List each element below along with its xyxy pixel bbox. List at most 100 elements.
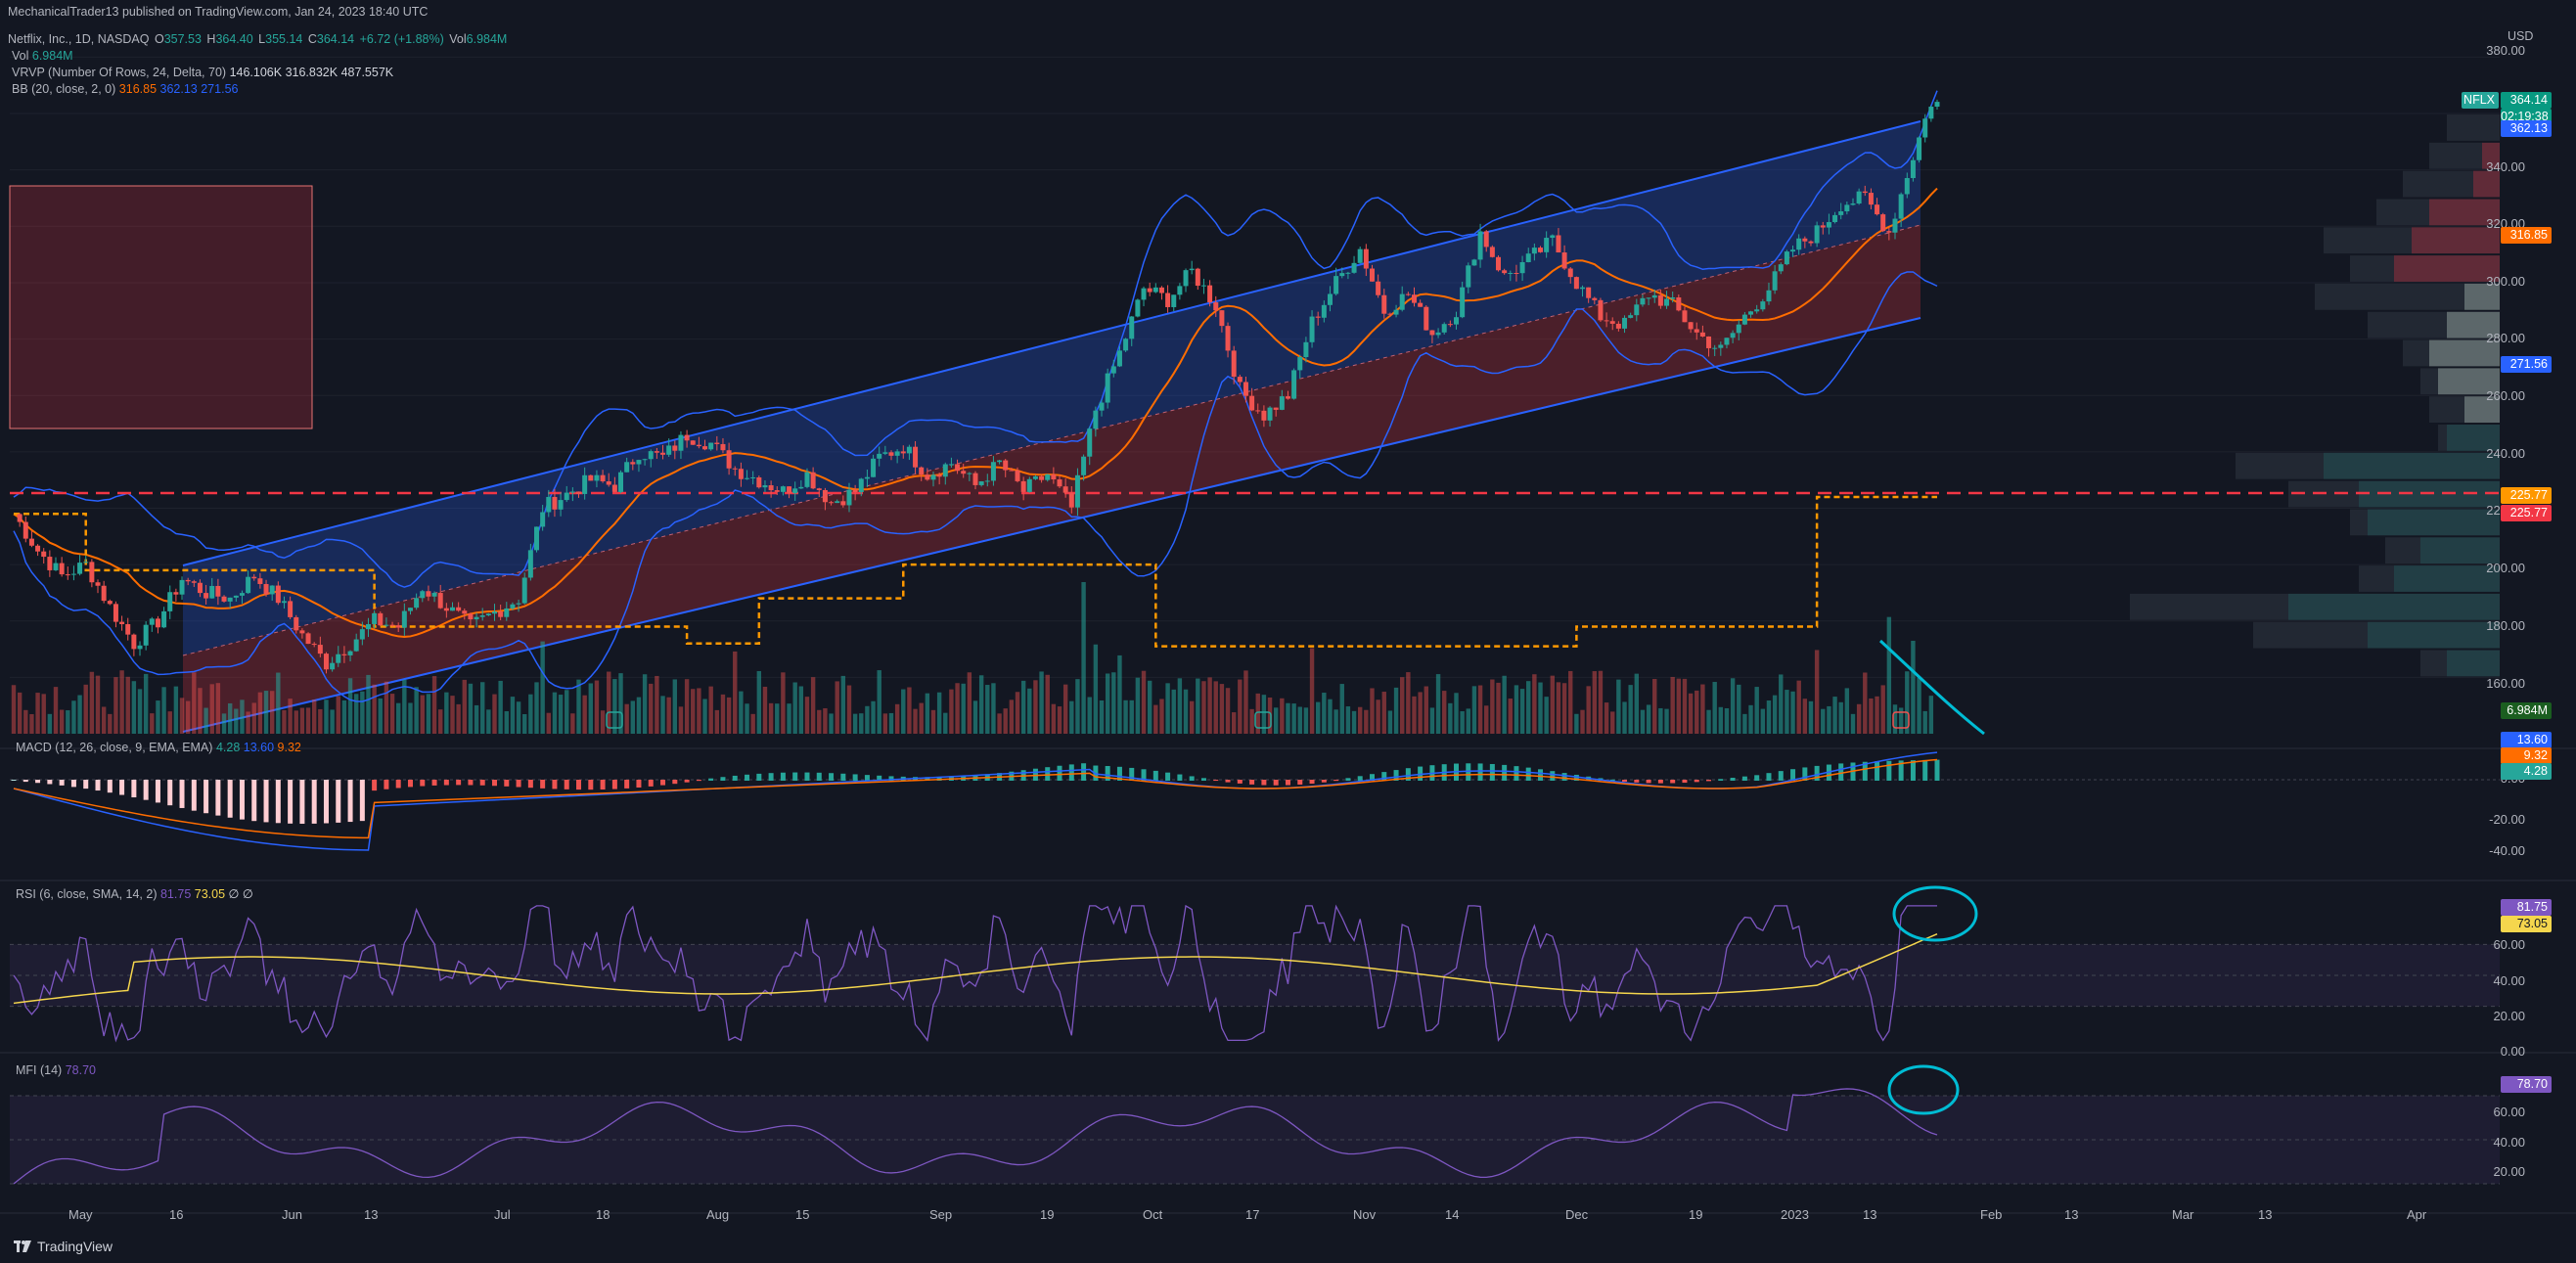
macd-histogram-bar bbox=[384, 780, 389, 789]
volume-bar bbox=[408, 702, 413, 734]
volume-bar bbox=[1159, 699, 1164, 734]
volume-bar bbox=[823, 707, 828, 734]
candle-body bbox=[137, 645, 143, 650]
macd-histogram-bar bbox=[1285, 780, 1290, 786]
candle-body bbox=[678, 434, 684, 451]
macd-legend[interactable]: MACD (12, 26, close, 9, EMA, EMA) 4.28 1… bbox=[16, 741, 301, 754]
volume-bar bbox=[852, 713, 858, 734]
vol-legend-name: Vol bbox=[12, 49, 29, 63]
vol-legend[interactable]: Vol 6.984M bbox=[12, 49, 73, 63]
volume-bar bbox=[311, 699, 317, 734]
candle-body bbox=[1496, 256, 1502, 271]
candle-body bbox=[1917, 137, 1922, 160]
rsi-tick: 20.00 bbox=[2493, 1009, 2525, 1023]
macd-histogram-bar bbox=[1838, 763, 1844, 781]
candle-body bbox=[1556, 235, 1561, 253]
volume-bar bbox=[1911, 641, 1916, 734]
candle-body bbox=[726, 450, 732, 469]
volume-bar bbox=[1207, 677, 1212, 734]
volume-bar bbox=[1105, 673, 1110, 734]
footer-brand[interactable]: TradingView bbox=[14, 1239, 113, 1254]
volume-bar bbox=[1863, 672, 1868, 734]
candle-body bbox=[1171, 294, 1177, 307]
candle-body bbox=[449, 607, 455, 611]
volume-bar bbox=[1328, 699, 1333, 734]
macd-histogram-bar bbox=[191, 780, 197, 811]
volume-bar bbox=[1087, 697, 1092, 734]
candle-body bbox=[227, 597, 233, 602]
volume-bar bbox=[59, 709, 65, 734]
macd-histogram-bar bbox=[155, 780, 160, 803]
volume-bar bbox=[1075, 679, 1080, 734]
rsi-pane bbox=[10, 904, 2500, 1043]
candle-body bbox=[317, 645, 323, 654]
macd-histogram-bar bbox=[660, 780, 666, 786]
candle-body bbox=[353, 639, 359, 652]
candle-body bbox=[1424, 306, 1429, 331]
volume-bar bbox=[1466, 708, 1470, 734]
volume-bar bbox=[907, 687, 912, 734]
volume-bar bbox=[835, 681, 839, 734]
symbol-badge: NFLX bbox=[2462, 92, 2499, 109]
candle-body bbox=[1814, 225, 1820, 244]
candle-body bbox=[161, 610, 167, 628]
candle-body bbox=[1808, 241, 1814, 244]
time-tick: Apr bbox=[2407, 1207, 2427, 1222]
candle-body bbox=[792, 488, 798, 494]
candle-body bbox=[414, 598, 420, 609]
volume-bar bbox=[1502, 675, 1507, 734]
drawn-rectangle[interactable] bbox=[9, 185, 313, 429]
candle-body bbox=[636, 460, 642, 465]
volume-bar bbox=[1514, 685, 1519, 734]
macd-histogram-bar bbox=[479, 780, 485, 786]
volume-bar bbox=[1730, 678, 1736, 734]
volume-bar bbox=[450, 696, 455, 734]
macd-histogram-bar bbox=[1237, 780, 1243, 784]
volume-bar bbox=[666, 697, 671, 734]
volume-bar bbox=[1640, 709, 1646, 734]
candle-body bbox=[246, 576, 251, 594]
candle-body bbox=[1454, 317, 1459, 325]
volume-bar bbox=[131, 681, 137, 734]
chart-canvas[interactable] bbox=[0, 0, 2576, 1263]
candle-body bbox=[1015, 470, 1020, 481]
candle-body bbox=[1502, 270, 1508, 274]
time-tick: Sep bbox=[929, 1207, 953, 1222]
macd-histogram-bar bbox=[1189, 776, 1195, 781]
volume-bar bbox=[1370, 688, 1375, 734]
candle-body bbox=[95, 582, 101, 586]
candle-body bbox=[1682, 310, 1688, 323]
time-tick: Jul bbox=[494, 1207, 511, 1222]
macd-histogram-bar bbox=[1057, 765, 1062, 781]
volume-bar bbox=[161, 687, 166, 734]
volume-bar bbox=[961, 683, 966, 734]
candle-body bbox=[251, 576, 257, 579]
candle-body bbox=[1886, 231, 1892, 233]
rsi-tick: 0.00 bbox=[2500, 1044, 2525, 1059]
candle-body bbox=[1200, 285, 1206, 287]
candle-body bbox=[569, 491, 575, 493]
volume-bar bbox=[642, 674, 648, 734]
mfi-legend[interactable]: MFI (14) 78.70 bbox=[16, 1063, 96, 1077]
macd-histogram-bar bbox=[768, 773, 774, 781]
candle-body bbox=[1826, 222, 1831, 228]
mfi-tick: 40.00 bbox=[2493, 1135, 2525, 1150]
macd-histogram-bar bbox=[179, 780, 185, 808]
volume-bar bbox=[756, 670, 762, 734]
symbol-legend[interactable]: Netflix, Inc., 1D, NASDAQ O357.53 H364.4… bbox=[8, 31, 509, 47]
profile-row-delta bbox=[2288, 593, 2500, 620]
bb-upper-badge: 362.13 bbox=[2501, 120, 2552, 137]
vrvp-legend[interactable]: VRVP (Number Of Rows, 24, Delta, 70) 146… bbox=[12, 66, 393, 79]
volume-bar bbox=[1586, 686, 1591, 734]
candle-body bbox=[1255, 410, 1261, 412]
macd-histogram-bar bbox=[1032, 768, 1038, 781]
candle-body bbox=[1514, 272, 1519, 274]
candle-body bbox=[107, 601, 113, 605]
candle-body bbox=[1363, 248, 1369, 269]
bb-legend[interactable]: BB (20, close, 2, 0) 316.85 362.13 271.5… bbox=[12, 82, 238, 96]
rsi-legend[interactable]: RSI (6, close, SMA, 14, 2) 81.75 73.05 ∅… bbox=[16, 886, 253, 901]
candle-body bbox=[257, 578, 263, 584]
time-tick: Dec bbox=[1565, 1207, 1589, 1222]
candle-body bbox=[611, 484, 617, 492]
volume-bar bbox=[1628, 685, 1633, 734]
